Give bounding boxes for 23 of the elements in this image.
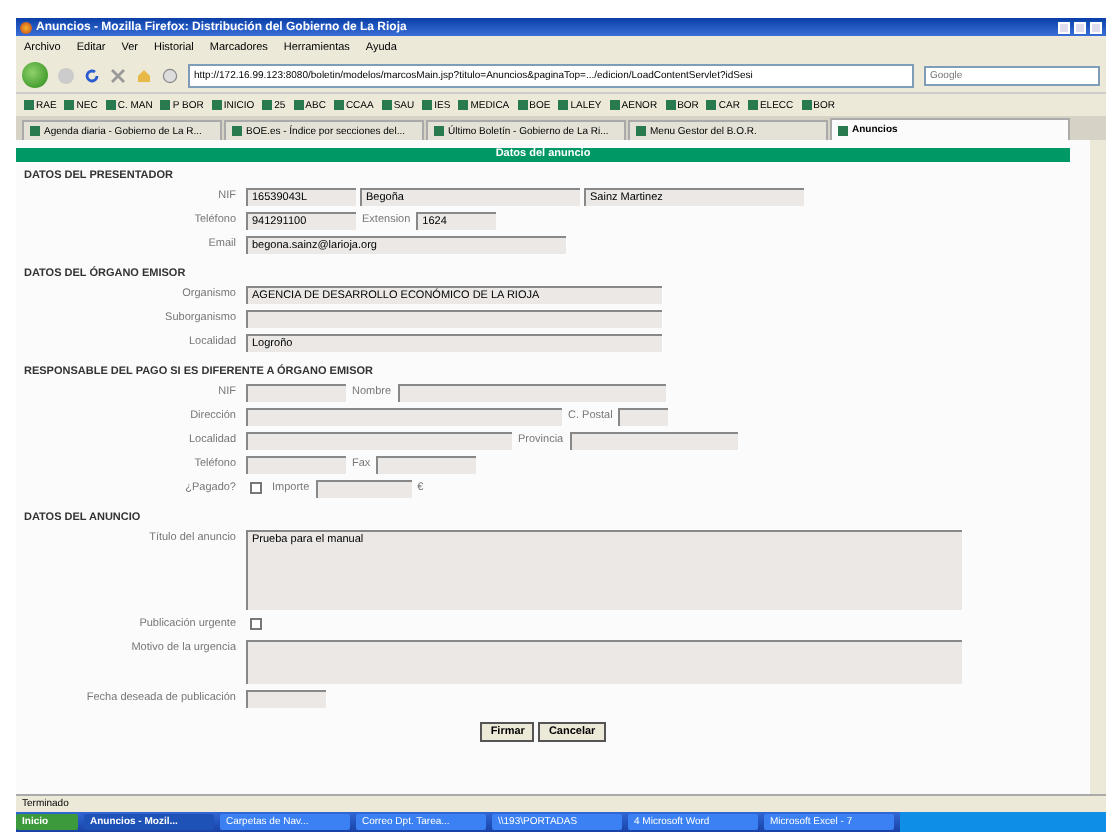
input-field[interactable] xyxy=(397,384,666,402)
home-icon[interactable] xyxy=(136,67,152,83)
firefox-logo-icon xyxy=(20,21,32,33)
stop-icon[interactable] xyxy=(110,67,126,83)
maximize-button[interactable] xyxy=(1074,21,1086,33)
input-field[interactable] xyxy=(246,310,662,328)
input-field[interactable] xyxy=(246,690,326,708)
reload-icon[interactable] xyxy=(84,67,100,83)
close-button[interactable] xyxy=(1090,21,1102,33)
input-field[interactable] xyxy=(246,456,346,474)
text-area[interactable] xyxy=(246,640,962,684)
input-field[interactable] xyxy=(376,456,477,474)
back-button[interactable] xyxy=(22,62,48,88)
input-field[interactable] xyxy=(315,480,412,498)
minimize-button[interactable] xyxy=(1058,21,1070,33)
input-field[interactable] xyxy=(569,432,738,450)
checkbox[interactable] xyxy=(250,482,262,494)
input-field[interactable] xyxy=(618,408,669,426)
input-field[interactable] xyxy=(246,408,562,426)
input-field[interactable] xyxy=(246,384,346,402)
input-field[interactable] xyxy=(246,432,512,450)
checkbox[interactable] xyxy=(250,618,262,630)
clock-icon[interactable] xyxy=(162,67,178,83)
